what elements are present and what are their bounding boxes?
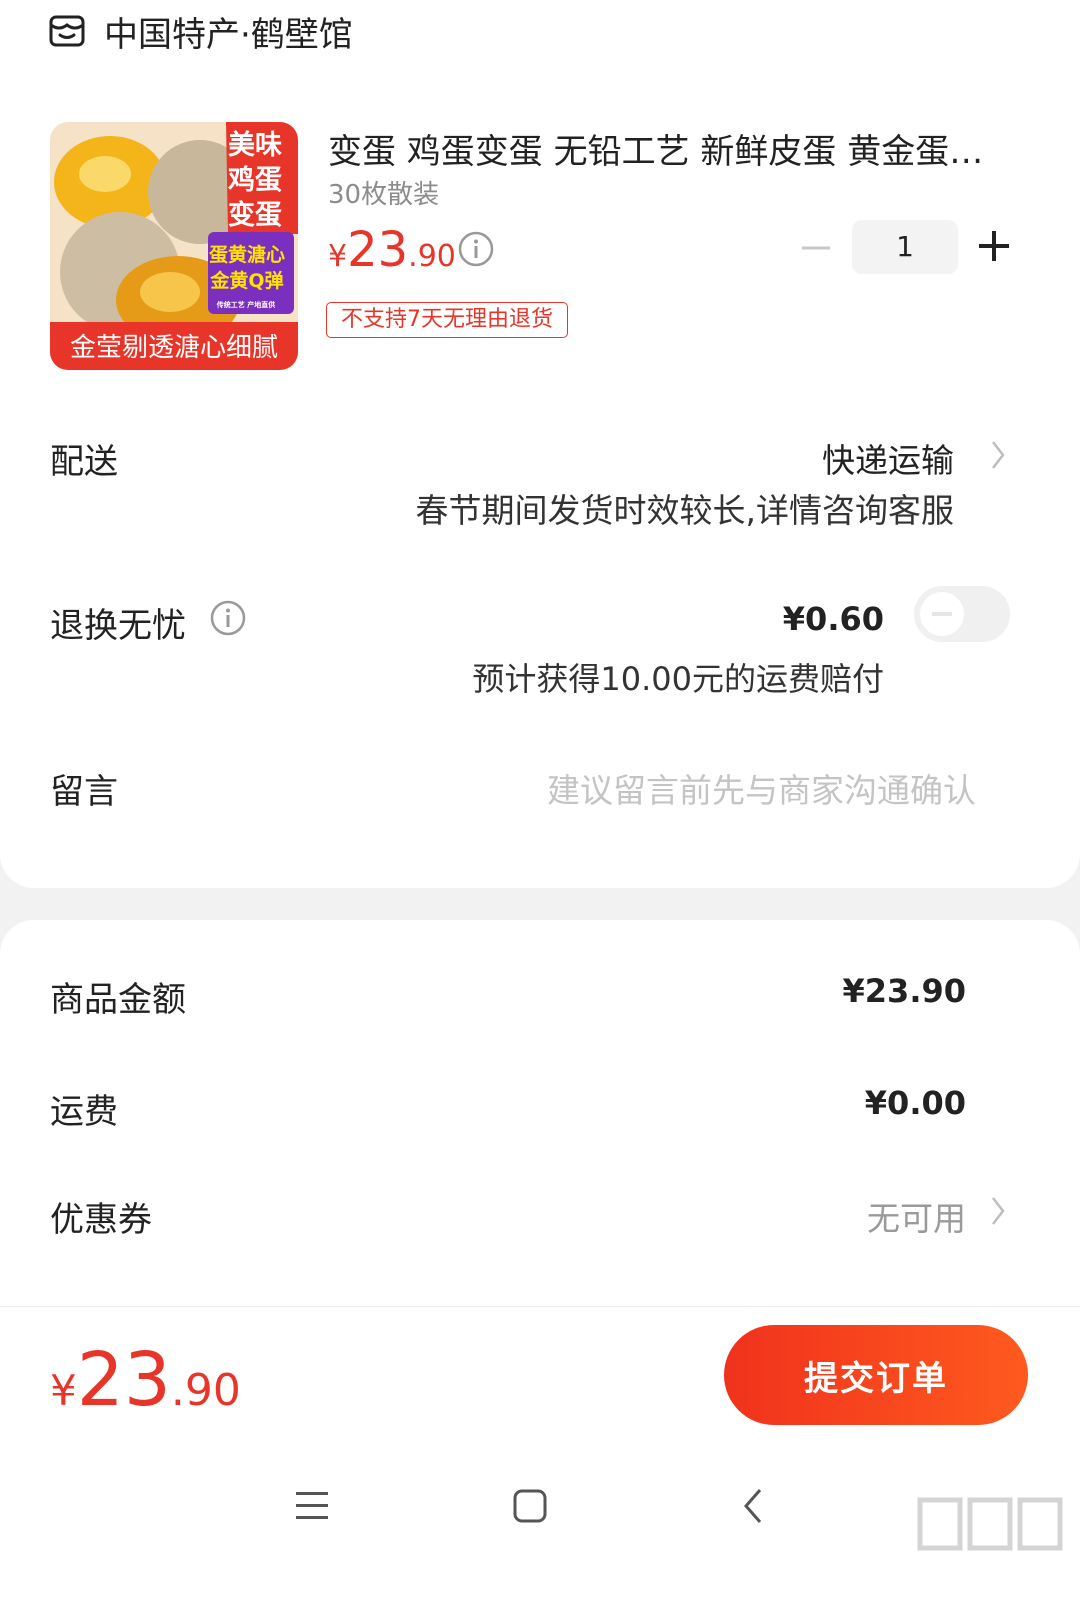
product-title[interactable]: 变蛋 鸡蛋变蛋 无铅工艺 新鲜皮蛋 黄金蛋… <box>328 124 1028 173</box>
price-info-icon[interactable] <box>458 231 494 267</box>
image-headline: 美味鸡蛋变蛋 <box>228 130 282 231</box>
shipping-fee-value: ¥0.00 <box>864 1084 966 1122</box>
product-image[interactable]: 美味鸡蛋变蛋 蛋黄溏心金黄Q弹 传统工艺 产地直供 金莹剔透溏心细腻 <box>50 122 298 370</box>
total-price: ¥23.90 <box>50 1337 241 1423</box>
store-name: 中国特产·鹤壁馆 <box>104 14 353 55</box>
order-items-card: 中国特产·鹤壁馆 美味鸡蛋变蛋 蛋黄溏心金黄Q弹 传统工艺 产地直供 金莹剔透溏… <box>0 0 1080 888</box>
store-header[interactable]: 中国特产·鹤壁馆 <box>48 6 353 56</box>
return-service-toggle[interactable] <box>914 586 1010 642</box>
menu-icon[interactable] <box>292 1486 332 1526</box>
image-banner: 金莹剔透溏心细腻 <box>69 333 278 363</box>
return-service-note: 预计获得10.00元的运费赔付 <box>472 660 884 698</box>
delivery-label: 配送 <box>50 442 118 482</box>
quantity-input[interactable]: 1 <box>852 220 958 274</box>
message-input[interactable]: 建议留言前先与商家沟通确认 <box>547 764 976 812</box>
total-decimal: .90 <box>170 1365 241 1416</box>
coupon-chevron-right-icon[interactable] <box>988 1194 1008 1228</box>
delivery-note: 春节期间发货时效较长,详情咨询客服 <box>415 491 955 530</box>
price-integer: 23 <box>347 222 409 278</box>
price-decimal: .90 <box>408 239 456 274</box>
delivery-chevron-right-icon[interactable] <box>988 438 1008 472</box>
coupon-label: 优惠券 <box>50 1200 152 1240</box>
back-icon[interactable] <box>734 1486 774 1526</box>
message-label: 留言 <box>50 772 118 812</box>
return-policy-tag: 不支持7天无理由退货 <box>326 302 568 338</box>
toggle-knob <box>920 592 964 636</box>
watermark-logo-icon <box>917 1497 1063 1551</box>
product-spec[interactable]: 30枚散装 <box>328 174 439 211</box>
delivery-method[interactable]: 快递运输 <box>822 434 954 482</box>
return-service-info-icon[interactable] <box>210 600 246 636</box>
quantity-increase-button[interactable] <box>976 228 1012 264</box>
image-badge-sub: 传统工艺 产地直供 <box>216 301 276 309</box>
submit-order-button[interactable]: 提交订单 <box>724 1325 1028 1425</box>
coupon-value[interactable]: 无可用 <box>867 1192 966 1240</box>
total-currency: ¥ <box>50 1366 77 1415</box>
return-service-label: 退换无忧 <box>50 606 186 646</box>
shipping-fee-label: 运费 <box>50 1092 118 1132</box>
goods-amount-value: ¥23.90 <box>842 972 966 1010</box>
checkout-bar: ¥23.90 提交订单 <box>0 1306 1080 1443</box>
return-service-price: ¥0.60 <box>782 600 884 638</box>
price-summary-card: 商品金额 ¥23.90 运费 ¥0.00 优惠券 无可用 <box>0 920 1080 1340</box>
price-currency: ¥ <box>328 239 348 274</box>
image-badge: 蛋黄溏心金黄Q弹 <box>208 244 285 292</box>
home-icon[interactable] <box>510 1486 550 1526</box>
store-icon <box>49 15 85 47</box>
total-integer: 23 <box>76 1337 171 1423</box>
goods-amount-label: 商品金额 <box>50 980 186 1020</box>
product-price: ¥23.90 <box>328 222 456 278</box>
quantity-decrease-button[interactable] <box>800 232 832 264</box>
